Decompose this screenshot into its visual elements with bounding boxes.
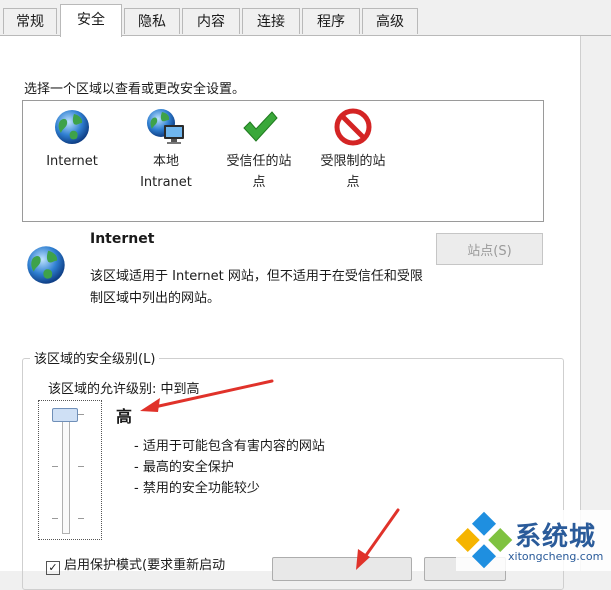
tab-label: 安全	[77, 12, 105, 28]
tab-security[interactable]: 安全	[60, 4, 122, 37]
watermark-name: 系统城	[515, 522, 597, 552]
arrow-to-button	[356, 508, 400, 570]
arrow-to-level	[140, 379, 274, 412]
annotation-arrows	[140, 379, 400, 570]
watermark-url: xitongcheng.com	[508, 550, 604, 563]
